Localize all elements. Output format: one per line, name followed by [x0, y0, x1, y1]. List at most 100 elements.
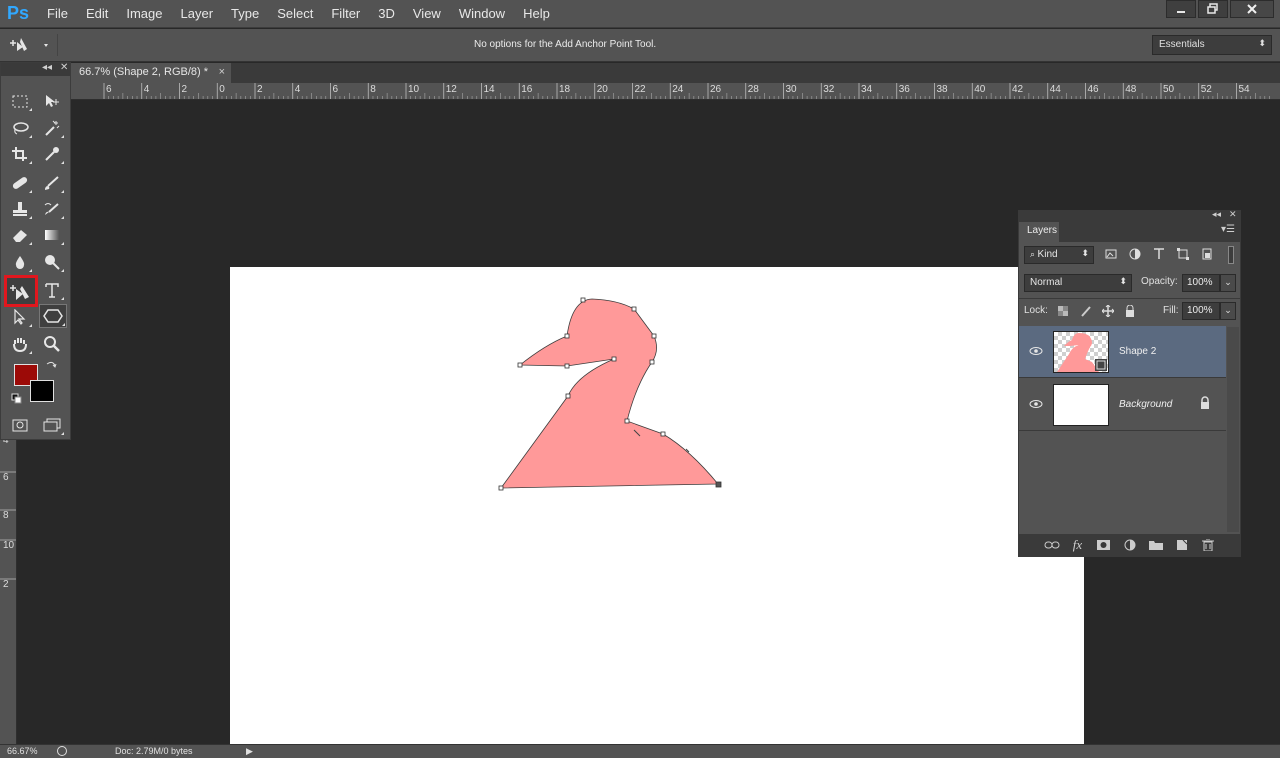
smart-object-filter-icon[interactable] — [1201, 248, 1213, 260]
eraser-tool[interactable] — [7, 224, 33, 246]
adjustment-icon[interactable] — [1122, 539, 1138, 551]
blur-tool[interactable] — [7, 251, 33, 273]
healing-brush-tool[interactable] — [7, 172, 33, 194]
workspace-select[interactable]: Essentials ⬍ — [1152, 35, 1272, 55]
close-tab-icon[interactable]: × — [219, 66, 225, 78]
updown-arrow-icon: ⬍ — [1081, 248, 1089, 258]
dodge-tool[interactable] — [39, 251, 65, 273]
brush-tool[interactable] — [39, 172, 65, 194]
shape-filter-icon[interactable] — [1177, 248, 1189, 260]
panel-menu-icon[interactable]: ▾☰ — [1221, 224, 1235, 235]
type-filter-icon[interactable] — [1153, 248, 1165, 260]
clone-stamp-tool[interactable] — [7, 198, 33, 220]
ruler-label: 10 — [3, 540, 15, 551]
filter-kind-select[interactable]: ⌕ Kind ⬍ — [1024, 246, 1094, 264]
menu-window[interactable]: Window — [450, 6, 514, 21]
collapse-icon[interactable]: ◂◂ — [1212, 209, 1221, 220]
image-filter-icon[interactable] — [1105, 248, 1117, 260]
opacity-dropdown[interactable]: ⌄ — [1220, 274, 1236, 292]
crop-icon — [12, 147, 27, 161]
opacity-input[interactable]: 100% — [1182, 274, 1220, 292]
menu-3d[interactable]: 3D — [369, 6, 404, 21]
pen-tool[interactable] — [4, 275, 38, 307]
layers-panel-strip[interactable]: ◂◂ ✕ — [1019, 209, 1240, 222]
ruler-label: 14 — [484, 84, 496, 95]
type-tool[interactable] — [39, 279, 65, 301]
lock-icon[interactable] — [1199, 396, 1211, 410]
tool-preset-picker[interactable] — [8, 34, 58, 56]
screen-mode-icon — [43, 418, 61, 432]
menu-image[interactable]: Image — [117, 6, 171, 21]
folder-icon[interactable] — [1148, 539, 1164, 551]
layer-row-background[interactable]: Background — [1019, 379, 1226, 431]
horizontal-ruler[interactable]: 6 4 2 0 2 4 6 8 10 12 14 16 18 20 22 24 26 28 30 32 34 36 38 40… — [71, 83, 1280, 100]
blend-mode-select[interactable]: Normal ⬍ — [1024, 274, 1132, 292]
menu-edit[interactable]: Edit — [77, 6, 117, 21]
play-arrow-icon[interactable]: ▶ — [246, 746, 253, 757]
tab-layers[interactable]: Layers — [1019, 222, 1059, 242]
menu-view[interactable]: View — [404, 6, 450, 21]
zoom-tool[interactable] — [39, 333, 65, 355]
quick-mask-tool[interactable] — [7, 414, 33, 436]
ruler-label: 18 — [559, 84, 571, 95]
mask-icon[interactable] — [1096, 539, 1112, 551]
trash-icon[interactable] — [1200, 539, 1216, 551]
lock-position-icon[interactable] — [1102, 305, 1114, 317]
background-color-swatch[interactable] — [30, 380, 54, 402]
ruler-label: 20 — [597, 84, 609, 95]
updown-arrow-icon: ⬍ — [1258, 38, 1266, 48]
menu-layer[interactable]: Layer — [172, 6, 223, 21]
minimize-button[interactable] — [1166, 0, 1196, 18]
eyedropper-tool[interactable] — [39, 143, 65, 165]
layer-row-shape-2[interactable]: Shape 2 — [1019, 326, 1226, 378]
path-selection-tool[interactable] — [7, 306, 33, 328]
fill-dropdown[interactable]: ⌄ — [1220, 302, 1236, 320]
ruler-label: 54 — [1239, 84, 1251, 95]
tools-panel-header[interactable]: ◂◂ ✕ — [1, 62, 70, 76]
menu-type[interactable]: Type — [222, 6, 268, 21]
status-icon[interactable] — [57, 746, 67, 756]
move-tool[interactable] — [39, 90, 65, 112]
hand-tool[interactable] — [7, 333, 33, 355]
link-icon[interactable] — [1044, 539, 1060, 551]
close-window-button[interactable] — [1230, 0, 1274, 18]
screen-mode-tool[interactable] — [39, 414, 65, 436]
layers-scrollbar[interactable] — [1227, 327, 1239, 532]
close-icon[interactable]: ✕ — [60, 62, 68, 73]
lock-all-icon[interactable] — [1124, 305, 1136, 317]
lock-transparent-icon[interactable] — [1057, 305, 1069, 317]
menu-list: File Edit Image Layer Type Select Filter… — [38, 6, 559, 21]
zoom-level[interactable]: 66.67% — [7, 746, 38, 756]
menu-filter[interactable]: Filter — [322, 6, 369, 21]
default-colors-icon[interactable] — [11, 393, 23, 408]
gradient-tool[interactable] — [39, 224, 65, 246]
document-canvas[interactable] — [230, 267, 1084, 758]
ruler-label: 32 — [823, 84, 835, 95]
fx-icon[interactable]: fx — [1070, 537, 1086, 553]
filter-toggle[interactable] — [1228, 246, 1234, 264]
swap-colors-icon[interactable] — [45, 360, 57, 375]
adjustment-filter-icon[interactable] — [1129, 248, 1141, 260]
eye-icon[interactable] — [1029, 346, 1043, 356]
menu-select[interactable]: Select — [268, 6, 322, 21]
ruler-label: 36 — [899, 84, 911, 95]
layers-panel: ◂◂ ✕ Layers ▾☰ ⌕ Kind ⬍ Normal ⬍ Opacity… — [1018, 209, 1241, 557]
crop-tool[interactable] — [7, 143, 33, 165]
history-brush-tool[interactable] — [39, 198, 65, 220]
fill-input[interactable]: 100% — [1182, 302, 1220, 320]
close-icon[interactable]: ✕ — [1229, 209, 1237, 220]
new-layer-icon[interactable] — [1174, 539, 1190, 551]
document-tab[interactable]: 66.7% (Shape 2, RGB/8) * × — [71, 63, 231, 83]
eye-icon[interactable] — [1029, 399, 1043, 409]
lasso-tool[interactable] — [7, 117, 33, 139]
ruler-label: 28 — [748, 84, 760, 95]
restore-button[interactable] — [1198, 0, 1228, 18]
polygon-shape-tool[interactable] — [39, 304, 67, 328]
magic-wand-tool[interactable] — [39, 117, 65, 139]
menu-file[interactable]: File — [38, 6, 77, 21]
collapse-icon[interactable]: ◂◂ — [42, 62, 52, 73]
lock-image-icon[interactable] — [1080, 305, 1092, 317]
marquee-icon — [12, 95, 28, 108]
menu-help[interactable]: Help — [514, 6, 559, 21]
rectangular-marquee-tool[interactable] — [7, 90, 33, 112]
